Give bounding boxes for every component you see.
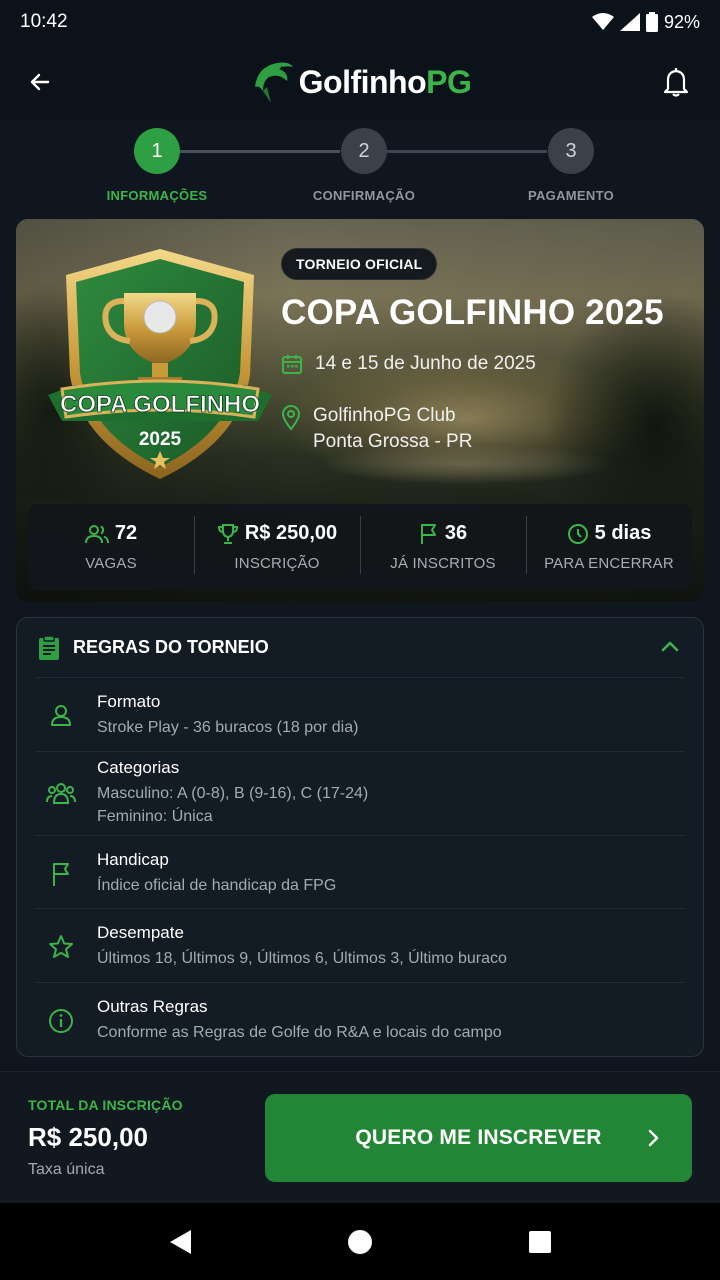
rule-name: Desempate — [97, 923, 184, 942]
rule-desc: Stroke Play - 36 buracos (18 por dia) — [97, 719, 359, 736]
signal-icon — [619, 13, 640, 31]
step-confirmacao[interactable]: 2 CONFIRMAÇÃO — [284, 128, 444, 203]
step-number: 2 — [341, 128, 387, 174]
wifi-icon — [591, 13, 614, 30]
back-button[interactable] — [22, 64, 58, 100]
rules-title: REGRAS DO TORNEIO — [73, 637, 269, 657]
app-logo: GolfinhoPG — [249, 57, 472, 107]
shield-ribbon-text: COPA GOLFINHO — [60, 391, 260, 418]
tournament-date: 14 e 15 de Junho de 2025 — [281, 353, 536, 375]
tournament-rules-section: REGRAS DO TORNEIO Formato Stroke Play - … — [16, 617, 704, 1057]
battery-percent: 92% — [663, 11, 700, 32]
logo-text: GolfinhoPG — [299, 64, 472, 101]
notifications-button[interactable] — [658, 64, 694, 100]
rule-desc: Últimos 18, Últimos 9, Últimos 6, Último… — [97, 950, 507, 967]
rule-name: Handicap — [97, 850, 169, 869]
location-line-2: Ponta Grossa - PR — [313, 431, 473, 452]
location-line-1: GolfinhoPG Club — [313, 405, 456, 426]
stat-inscricao: R$ 250,00 INSCRIÇÃO — [194, 504, 360, 590]
chevron-up-icon[interactable] — [659, 636, 681, 658]
stat-vagas: 72 VAGAS — [28, 504, 194, 590]
flag-icon — [420, 523, 436, 544]
rule-name: Categorias — [97, 758, 180, 777]
step-pagamento[interactable]: 3 PAGAMENTO — [491, 128, 651, 203]
star-icon — [49, 935, 73, 958]
rule-name: Formato — [97, 692, 161, 711]
logo-part1: Golfinho — [298, 63, 427, 100]
stat-value: 36 — [444, 522, 468, 544]
register-button-label: QUERO ME INSCREVER — [355, 1126, 602, 1149]
rule-desc-line-2: Feminino: Única — [97, 808, 213, 825]
official-badge: TORNEIO OFICIAL — [281, 248, 438, 280]
system-nav-bar — [0, 1203, 720, 1280]
step-number: 3 — [548, 128, 594, 174]
rule-desc: Índice oficial de handicap da FPG — [97, 877, 337, 894]
stat-encerrar: 5 dias PARA ENCERRAR — [526, 504, 692, 590]
dolphin-logo-icon — [254, 62, 293, 103]
tournament-stats: 72 VAGAS R$ 250,00 INSCRIÇÃO 36 JÁ INSCR… — [28, 504, 692, 590]
rule-desempate: Desempate Últimos 18, Últimos 9, Últimos… — [35, 909, 685, 983]
registration-stepper: 1 INFORMAÇÕES 2 CONFIRMAÇÃO 3 PAGAMENTO — [0, 120, 720, 216]
square-recents-icon — [529, 1230, 551, 1253]
clipboard-icon — [39, 634, 59, 660]
total-value: R$ 250,00 — [28, 1122, 148, 1152]
step-informacoes[interactable]: 1 INFORMAÇÕES — [77, 128, 237, 203]
status-bar: 10:42 92% — [0, 0, 720, 44]
arrow-left-icon — [30, 73, 50, 91]
total-note: Taxa única — [28, 1161, 105, 1178]
rule-desc: Conforme as Regras de Golfe do R&A e loc… — [97, 1024, 502, 1041]
rule-name: Outras Regras — [97, 997, 208, 1016]
stat-label: VAGAS — [85, 555, 137, 572]
rule-outras: Outras Regras Conforme as Regras de Golf… — [35, 983, 685, 1055]
trophy-icon — [217, 523, 238, 544]
nav-back-button[interactable] — [160, 1222, 200, 1262]
stat-label: INSCRIÇÃO — [234, 555, 320, 572]
tournament-hero-card: COPA GOLFINHO 2025 TORNEIO OFICIAL COPA … — [16, 219, 704, 602]
nav-recents-button[interactable] — [520, 1222, 560, 1262]
step-label: CONFIRMAÇÃO — [312, 188, 416, 203]
stat-label: JÁ INSCRITOS — [390, 555, 496, 572]
rule-desc-line-1: Masculino: A (0-8), B (9-16), C (17-24) — [97, 785, 369, 802]
group-icon — [46, 783, 76, 804]
rule-desc: Masculino: A (0-8), B (9-16), C (17-24) F… — [97, 782, 368, 828]
tournament-title: COPA GOLFINHO 2025 — [281, 293, 664, 332]
status-icons: 92% — [591, 11, 700, 33]
app-header: GolfinhoPG — [0, 44, 720, 120]
rule-categorias: Categorias Masculino: A (0-8), B (9-16),… — [35, 752, 685, 836]
calendar-icon — [282, 355, 302, 374]
stat-label: PARA ENCERRAR — [544, 555, 674, 572]
location-pin-icon — [281, 405, 301, 431]
triangle-back-icon — [170, 1229, 191, 1254]
shield-year-text: 2025 — [139, 429, 182, 450]
tournament-shield-emblem: COPA GOLFINHO 2025 — [48, 249, 272, 479]
info-icon — [49, 1009, 73, 1033]
flag-icon — [53, 863, 69, 886]
stat-value: 72 — [114, 522, 138, 544]
circle-home-icon — [348, 1229, 372, 1254]
tournament-location: GolfinhoPG Club Ponta Grossa - PR — [281, 403, 472, 455]
rule-handicap: Handicap Índice oficial de handicap da F… — [35, 836, 685, 909]
nav-home-button[interactable] — [340, 1222, 380, 1262]
step-number: 1 — [134, 128, 180, 174]
checkout-bar: TOTAL DA INSCRIÇÃO R$ 250,00 Taxa única … — [0, 1071, 720, 1203]
date-text: 14 e 15 de Junho de 2025 — [315, 353, 536, 374]
stat-inscritos: 36 JÁ INSCRITOS — [360, 504, 526, 590]
stat-value: R$ 250,00 — [244, 522, 338, 544]
battery-icon — [645, 12, 658, 32]
user-icon — [51, 705, 71, 726]
rule-formato: Formato Stroke Play - 36 buracos (18 por… — [35, 678, 685, 752]
bell-icon — [663, 68, 689, 97]
clock-icon — [567, 523, 588, 544]
step-label: INFORMAÇÕES — [106, 188, 208, 203]
users-icon — [84, 524, 109, 543]
status-time: 10:42 — [20, 11, 68, 32]
total-label: TOTAL DA INSCRIÇÃO — [28, 1097, 183, 1113]
step-label: PAGAMENTO — [527, 188, 614, 203]
logo-part2: PG — [426, 63, 472, 100]
register-button[interactable]: QUERO ME INSCREVER — [265, 1094, 692, 1182]
stat-value: 5 dias — [594, 522, 652, 544]
chevron-right-icon — [648, 1129, 659, 1147]
rules-header[interactable]: REGRAS DO TORNEIO — [35, 618, 685, 678]
